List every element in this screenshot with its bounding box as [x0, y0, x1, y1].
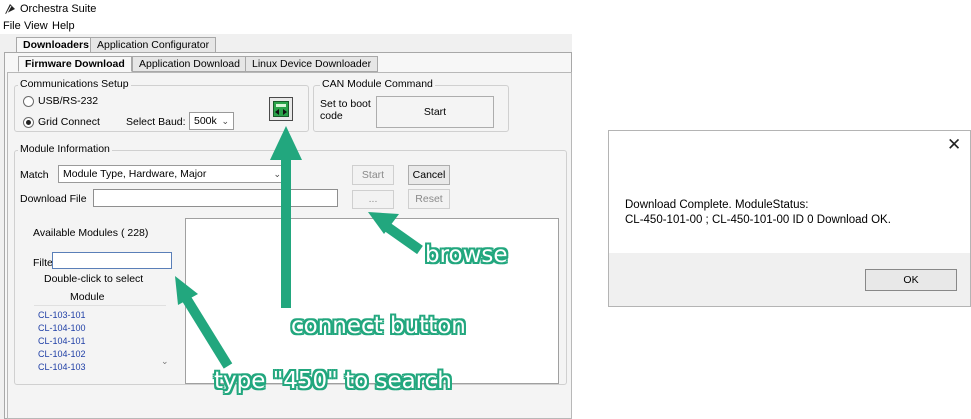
download-complete-dialog: ✕ Download Complete. ModuleStatus: CL-45… [608, 130, 971, 307]
close-icon[interactable]: ✕ [947, 135, 961, 155]
browse-annotation: browse [425, 242, 508, 268]
search-annotation: type "450" to search [214, 368, 452, 394]
connect-arrow [270, 126, 302, 308]
browse-arrow [368, 212, 423, 255]
search-arrow [175, 276, 233, 369]
ok-button[interactable]: OK [865, 269, 957, 291]
dialog-message-line1: Download Complete. ModuleStatus: [625, 199, 809, 211]
connect-annotation: connect button [291, 313, 466, 339]
dialog-message-line2: CL-450-101-00 ; CL-450-101-00 ID 0 Downl… [625, 214, 891, 226]
